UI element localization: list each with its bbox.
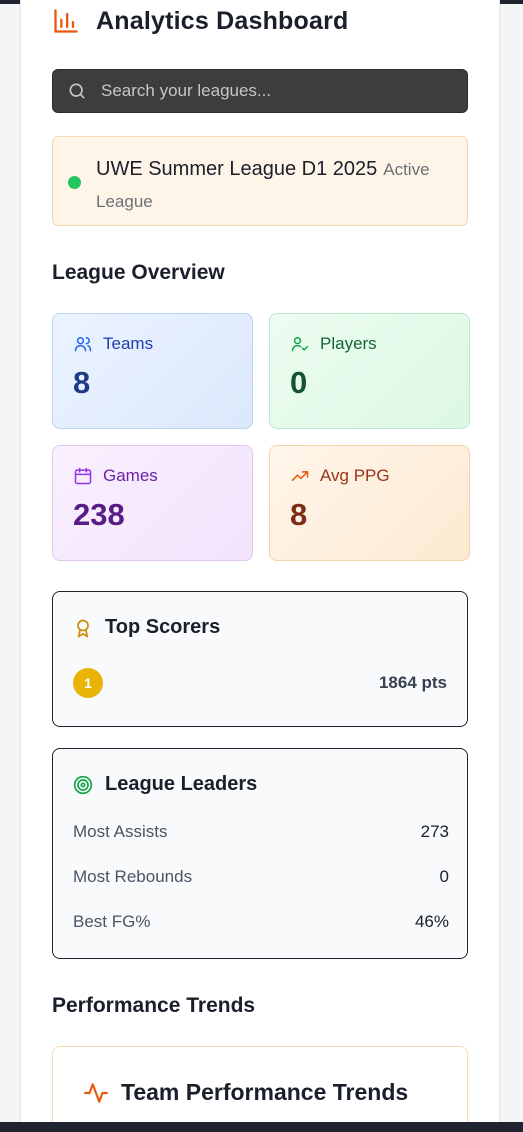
search-bar[interactable] [52, 69, 468, 113]
calendar-icon [73, 466, 93, 486]
leader-value: 273 [420, 822, 449, 841]
top-scorers-card: Top Scorers 1 1864 pts [52, 591, 468, 727]
trending-up-icon [290, 466, 310, 486]
page-header: Analytics Dashboard [52, 6, 348, 36]
user-check-icon [290, 334, 310, 354]
bar-chart-icon [52, 7, 80, 35]
leader-row-assists: Most Assists 273 [73, 822, 449, 842]
rank-badge: 1 [73, 668, 103, 698]
top-scorers-title: Top Scorers [105, 616, 221, 638]
active-league-banner[interactable]: UWE Summer League D1 2025 Active League [52, 136, 468, 226]
league-info: UWE Summer League D1 2025 Active League [96, 154, 458, 218]
stat-value: 8 [290, 497, 308, 532]
scorer-points: 1864 pts [378, 673, 447, 692]
stat-label: Games [103, 466, 158, 485]
leader-row-fg: Best FG% 46% [73, 912, 449, 932]
stat-card-avg-ppg: Avg PPG 8 [269, 445, 470, 561]
team-performance-title: Team Performance Trends [121, 1079, 409, 1105]
stat-label: Teams [103, 334, 154, 353]
award-icon [73, 617, 93, 639]
stat-value: 0 [290, 365, 308, 400]
stat-label: Players [320, 334, 377, 353]
stat-card-teams: Teams 8 [52, 313, 253, 429]
stat-card-players: Players 0 [269, 313, 470, 429]
leader-label: Most Rebounds [73, 867, 193, 886]
stat-value: 8 [73, 365, 91, 400]
league-leaders-title: League Leaders [105, 773, 258, 795]
users-icon [73, 334, 93, 354]
activity-icon [83, 1080, 109, 1106]
team-performance-card: Team Performance Trends [52, 1046, 468, 1132]
leader-value: 46% [414, 912, 449, 931]
target-icon [73, 775, 93, 795]
window-bottom-bar [0, 1122, 523, 1132]
overview-title: League Overview [52, 261, 225, 284]
leader-row-rebounds: Most Rebounds 0 [73, 867, 449, 887]
status-dot [68, 176, 81, 189]
leader-value: 0 [439, 867, 449, 886]
stat-value: 238 [73, 497, 125, 532]
stat-card-games: Games 238 [52, 445, 253, 561]
search-icon [67, 81, 87, 101]
league-leaders-card: League Leaders Most Assists 273 Most Reb… [52, 748, 468, 959]
page-title: Analytics Dashboard [96, 6, 349, 35]
search-input[interactable] [101, 81, 431, 101]
stat-label: Avg PPG [320, 466, 390, 485]
leader-label: Most Assists [73, 822, 168, 841]
performance-trends-title: Performance Trends [52, 994, 256, 1017]
league-name: UWE Summer League D1 2025 [96, 158, 378, 180]
leader-label: Best FG% [73, 912, 151, 931]
